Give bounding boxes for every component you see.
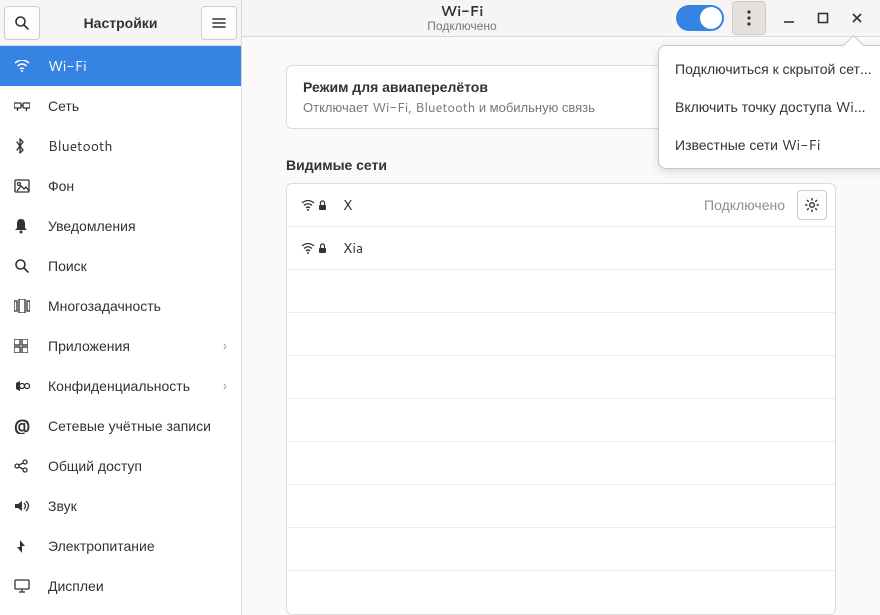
- sidebar-item-label: Электропитание: [48, 536, 155, 556]
- primary-menu-button[interactable]: [201, 6, 237, 40]
- minimize-icon: [783, 12, 795, 24]
- displays-icon: [14, 579, 32, 593]
- empty-row: [287, 356, 835, 399]
- sidebar-item-label: Сетевые учётные записи: [48, 416, 211, 436]
- sidebar-item-label: Фон: [48, 176, 74, 196]
- sharing-icon: [14, 459, 32, 473]
- sound-icon: [14, 499, 32, 513]
- network-icon: [14, 100, 32, 112]
- search-icon: [14, 15, 30, 31]
- kebab-icon: [747, 10, 751, 26]
- sidebar-item-label: Многозадачность: [48, 296, 161, 316]
- menu-connect-hidden[interactable]: Подключиться к скрытой сети…: [663, 50, 880, 88]
- menu-known-networks[interactable]: Известные сети Wi-Fi: [663, 126, 880, 164]
- sidebar: Настройки Wi-Fi Сеть Bluetooth Фон: [0, 0, 242, 615]
- sidebar-item-privacy[interactable]: Конфиденциальность ›: [0, 366, 241, 406]
- search-icon: [14, 258, 32, 274]
- content: Режим для авиаперелётов Отключает Wi-Fi,…: [242, 37, 880, 615]
- lock-icon: [318, 243, 327, 254]
- hamburger-icon: [211, 15, 227, 31]
- sidebar-item-applications[interactable]: Приложения ›: [0, 326, 241, 366]
- sidebar-item-notifications[interactable]: Уведомления: [0, 206, 241, 246]
- sidebar-item-background[interactable]: Фон: [0, 166, 241, 206]
- sidebar-item-label: Приложения: [48, 336, 130, 356]
- network-settings-button[interactable]: [797, 190, 827, 220]
- kebab-menu-button[interactable]: [732, 1, 766, 35]
- main-panel: Wi-Fi Подключено Режим для авиаперелётов…: [242, 0, 880, 615]
- sidebar-item-label: Bluetooth: [48, 136, 112, 156]
- settings-window: Настройки Wi-Fi Сеть Bluetooth Фон: [0, 0, 880, 615]
- network-signal-lock: [301, 200, 335, 211]
- sidebar-item-label: Конфиденциальность: [48, 376, 190, 396]
- sidebar-item-power[interactable]: Электропитание: [0, 526, 241, 566]
- sidebar-list: Wi-Fi Сеть Bluetooth Фон Уведомления Пои…: [0, 46, 241, 615]
- sidebar-item-label: Поиск: [48, 256, 87, 276]
- close-button[interactable]: [840, 1, 874, 35]
- page-subtitle: Подключено: [427, 19, 496, 32]
- empty-row: [287, 313, 835, 356]
- chevron-right-icon: ›: [223, 376, 227, 396]
- search-button[interactable]: [4, 6, 40, 40]
- sidebar-item-label: Уведомления: [48, 216, 136, 236]
- empty-row: [287, 399, 835, 442]
- network-row[interactable]: X Подключено: [287, 184, 835, 227]
- chevron-right-icon: ›: [223, 336, 227, 356]
- sidebar-item-label: Дисплеи: [48, 576, 104, 596]
- network-status: Подключено: [704, 195, 785, 215]
- sidebar-item-network[interactable]: Сеть: [0, 86, 241, 126]
- empty-row: [287, 270, 835, 313]
- sidebar-item-label: Звук: [48, 496, 77, 516]
- multitasking-icon: [14, 299, 32, 313]
- sidebar-item-displays[interactable]: Дисплеи: [0, 566, 241, 606]
- lock-icon: [318, 200, 327, 211]
- empty-row: [287, 442, 835, 485]
- empty-row: [287, 528, 835, 571]
- background-icon: [14, 179, 32, 193]
- gear-icon: [804, 197, 820, 213]
- wifi-icon: [14, 60, 32, 72]
- network-name: Xia: [343, 238, 363, 258]
- main-title-wrap: Wi-Fi Подключено: [248, 4, 676, 33]
- sidebar-item-bluetooth[interactable]: Bluetooth: [0, 126, 241, 166]
- empty-row: [287, 485, 835, 528]
- applications-icon: [14, 339, 32, 353]
- power-icon: [14, 539, 32, 553]
- network-row[interactable]: Xia: [287, 227, 835, 270]
- maximize-icon: [817, 12, 829, 24]
- wifi-menu-popover: Подключиться к скрытой сети… Включить то…: [658, 45, 880, 169]
- sidebar-header: Настройки: [0, 0, 241, 46]
- wifi-toggle[interactable]: [676, 5, 724, 31]
- main-header: Wi-Fi Подключено: [242, 0, 880, 37]
- sidebar-item-label: Сеть: [48, 96, 79, 116]
- maximize-button[interactable]: [806, 1, 840, 35]
- minimize-button[interactable]: [772, 1, 806, 35]
- svg-text:@: @: [14, 418, 30, 434]
- notifications-icon: [14, 218, 32, 234]
- wifi-icon: [301, 200, 315, 211]
- network-name: X: [343, 195, 352, 215]
- sidebar-item-sharing[interactable]: Общий доступ: [0, 446, 241, 486]
- network-list: X Подключено Xia: [286, 183, 836, 615]
- close-icon: [851, 12, 863, 24]
- menu-enable-hotspot[interactable]: Включить точку доступа Wi-Fi…: [663, 88, 880, 126]
- online-accounts-icon: @: [14, 418, 32, 434]
- sidebar-item-label: Wi-Fi: [48, 56, 87, 76]
- privacy-icon: [14, 379, 32, 393]
- sidebar-item-wifi[interactable]: Wi-Fi: [0, 46, 241, 86]
- sidebar-item-label: Общий доступ: [48, 456, 142, 476]
- network-signal-lock: [301, 243, 335, 254]
- sidebar-item-multitasking[interactable]: Многозадачность: [0, 286, 241, 326]
- sidebar-item-online-accounts[interactable]: @ Сетевые учётные записи: [0, 406, 241, 446]
- wifi-icon: [301, 243, 315, 254]
- empty-row: [287, 571, 835, 614]
- sidebar-item-search[interactable]: Поиск: [0, 246, 241, 286]
- sidebar-title: Настройки: [40, 13, 201, 33]
- sidebar-item-sound[interactable]: Звук: [0, 486, 241, 526]
- bluetooth-icon: [14, 138, 32, 154]
